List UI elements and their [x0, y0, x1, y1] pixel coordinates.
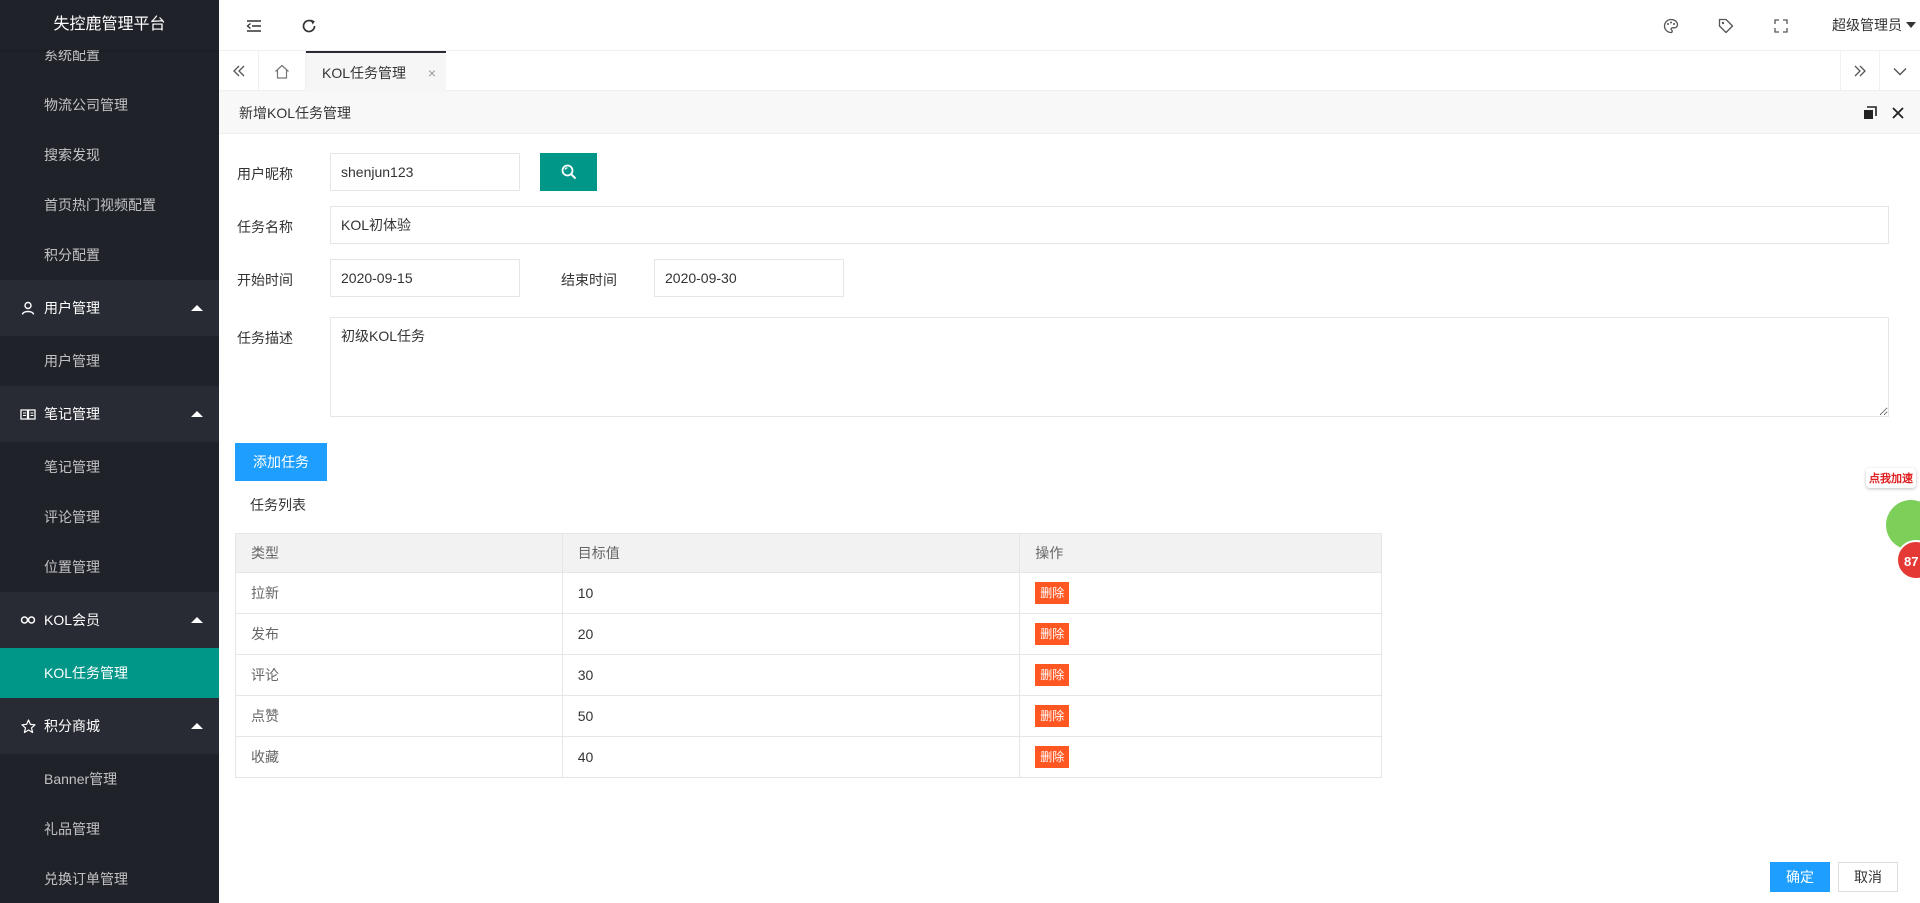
- cell-target: 10: [561, 572, 1021, 614]
- nickname-label: 用户昵称: [237, 166, 293, 182]
- sidebar-item-home-hot-video[interactable]: 首页热门视频配置: [0, 180, 219, 230]
- sidebar-item-notes[interactable]: 笔记管理: [0, 442, 219, 492]
- delete-button[interactable]: 删除: [1035, 746, 1070, 768]
- sidebar-item-points-config[interactable]: 积分配置: [0, 230, 219, 280]
- table-row: 点赞 50 删除: [235, 695, 1382, 737]
- delete-button[interactable]: 删除: [1035, 664, 1070, 686]
- cell-action: 删除: [1019, 695, 1382, 737]
- chevron-down-icon[interactable]: [1880, 51, 1920, 91]
- sidebar-item-exchange-orders[interactable]: 兑换订单管理: [0, 854, 219, 903]
- add-task-button[interactable]: 添加任务: [235, 443, 327, 481]
- cell-target: 20: [561, 613, 1021, 655]
- cell-action: 删除: [1019, 613, 1382, 655]
- tag-icon[interactable]: [1711, 0, 1741, 51]
- start-time-label: 开始时间: [237, 272, 293, 288]
- cell-target: 40: [561, 736, 1021, 778]
- nickname-input[interactable]: [330, 153, 520, 191]
- tabs-scroll-right-icon[interactable]: [1840, 51, 1880, 91]
- sidebar-item-gifts[interactable]: 礼品管理: [0, 804, 219, 854]
- sidebar-group-points-mall[interactable]: 积分商城: [0, 698, 219, 754]
- tabs-bar: KOL任务管理 ×: [219, 51, 1920, 91]
- sidebar-group-label: 用户管理: [44, 300, 100, 316]
- sidebar-group-kol-member[interactable]: KOL会员: [0, 592, 219, 648]
- sidebar-group-label: 笔记管理: [44, 406, 100, 422]
- caret-up-icon: [191, 305, 203, 311]
- table-row: 收藏 40 删除: [235, 736, 1382, 778]
- sidebar-item-kol-task-management[interactable]: KOL任务管理: [0, 648, 219, 698]
- sidebar-item-comments[interactable]: 评论管理: [0, 492, 219, 542]
- refresh-icon[interactable]: [294, 0, 324, 51]
- sidebar-group-user-management[interactable]: 用户管理: [0, 280, 219, 336]
- table-header-row: 类型 目标值 操作: [235, 533, 1382, 573]
- sidebar: 系统配置 物流公司管理 搜索发现 首页热门视频配置 积分配置 用户管理 用户管理…: [0, 0, 219, 903]
- tab-label: KOL任务管理: [322, 65, 407, 81]
- task-table: 类型 目标值 操作 拉新 10 删除 发布 20 删除 评论 30 删除 点赞 …: [235, 533, 1382, 778]
- search-icon: [561, 164, 576, 180]
- user-menu[interactable]: 超级管理员: [1832, 0, 1918, 51]
- sidebar-group-label: KOL会员: [44, 612, 101, 628]
- sidebar-item-search-discover[interactable]: 搜索发现: [0, 130, 219, 180]
- user-name: 超级管理员: [1832, 17, 1902, 33]
- start-time-input[interactable]: [330, 259, 520, 297]
- app-logo-title: 失控鹿管理平台: [0, 0, 219, 50]
- speed-boost-widget[interactable]: 点我加速 87: [1862, 464, 1920, 584]
- fullscreen-icon[interactable]: [1766, 0, 1796, 51]
- cell-action: 删除: [1019, 736, 1382, 778]
- task-name-label: 任务名称: [237, 219, 293, 235]
- sidebar-item-banner[interactable]: Banner管理: [0, 754, 219, 804]
- delete-button[interactable]: 删除: [1035, 582, 1070, 604]
- maximize-icon[interactable]: [1860, 92, 1880, 134]
- cell-type: 评论: [235, 654, 563, 696]
- sidebar-group-notes-management[interactable]: 笔记管理: [0, 386, 219, 442]
- cell-action: 删除: [1019, 572, 1382, 614]
- task-name-input[interactable]: [330, 206, 1889, 244]
- end-time-input[interactable]: [654, 259, 844, 297]
- table-row: 评论 30 删除: [235, 654, 1382, 696]
- end-time-label: 结束时间: [561, 272, 617, 288]
- close-icon[interactable]: [1888, 92, 1908, 134]
- delete-button[interactable]: 删除: [1035, 705, 1070, 727]
- dialog-title: 新增KOL任务管理: [219, 92, 1920, 134]
- top-header: 超级管理员: [219, 0, 1920, 51]
- theme-palette-icon[interactable]: [1656, 0, 1686, 51]
- cell-target: 30: [561, 654, 1021, 696]
- task-list-title: 任务列表: [250, 497, 306, 513]
- caret-down-icon: [1906, 22, 1916, 28]
- cancel-button[interactable]: 取消: [1838, 862, 1898, 892]
- caret-up-icon: [191, 617, 203, 623]
- cell-type: 发布: [235, 613, 563, 655]
- task-desc-textarea[interactable]: 初级KOL任务: [330, 317, 1889, 417]
- star-icon: [19, 698, 37, 754]
- task-desc-label: 任务描述: [237, 330, 293, 346]
- search-user-button[interactable]: [540, 153, 597, 191]
- user-icon: [19, 280, 37, 336]
- column-header-type: 类型: [235, 533, 563, 573]
- caret-up-icon: [191, 411, 203, 417]
- confirm-button[interactable]: 确定: [1770, 862, 1830, 892]
- caret-up-icon: [191, 723, 203, 729]
- dialog-add-kol-task: 新增KOL任务管理 用户昵称 任务名称 开始时间 结束时间 任务描述 初级KOL…: [219, 92, 1920, 903]
- book-icon: [19, 386, 37, 442]
- cell-target: 50: [561, 695, 1021, 737]
- sidebar-item-locations[interactable]: 位置管理: [0, 542, 219, 592]
- column-header-target: 目标值: [561, 533, 1021, 573]
- sidebar-item-users[interactable]: 用户管理: [0, 336, 219, 386]
- table-row: 拉新 10 删除: [235, 572, 1382, 614]
- sidebar-item-logistics[interactable]: 物流公司管理: [0, 80, 219, 130]
- close-icon[interactable]: ×: [428, 53, 436, 93]
- cell-type: 拉新: [235, 572, 563, 614]
- menu-toggle-icon[interactable]: [239, 0, 269, 51]
- cell-type: 点赞: [235, 695, 563, 737]
- sidebar-group-label: 积分商城: [44, 718, 100, 734]
- delete-button[interactable]: 删除: [1035, 623, 1070, 645]
- column-header-action: 操作: [1019, 533, 1382, 573]
- cell-type: 收藏: [235, 736, 563, 778]
- home-icon[interactable]: [259, 51, 306, 91]
- tabs-scroll-left-icon[interactable]: [219, 51, 259, 91]
- table-row: 发布 20 删除: [235, 613, 1382, 655]
- cell-action: 删除: [1019, 654, 1382, 696]
- tab-kol-task-management[interactable]: KOL任务管理 ×: [306, 51, 446, 91]
- link-icon: [19, 592, 37, 648]
- widget-label: 点我加速: [1866, 468, 1916, 488]
